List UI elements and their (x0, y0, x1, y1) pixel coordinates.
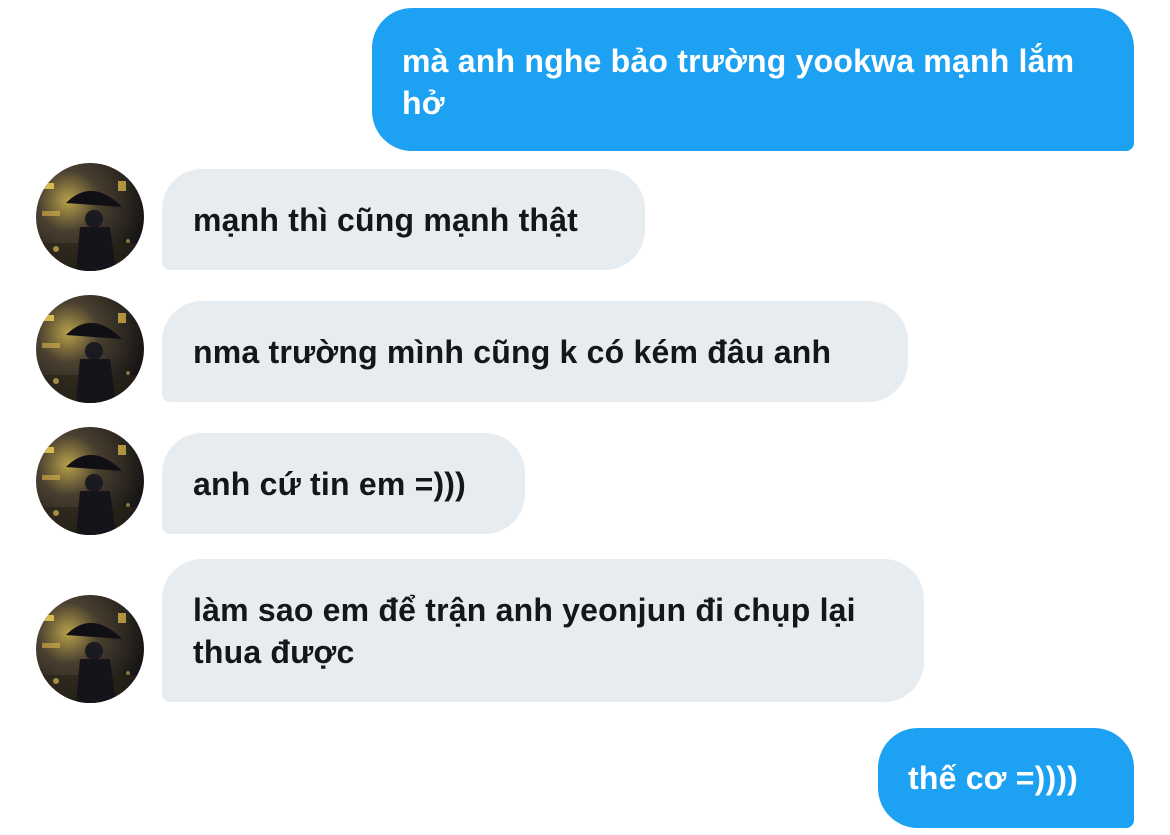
sender-avatar[interactable] (36, 295, 144, 403)
avatar-photo-icon (36, 595, 144, 703)
incoming-message-bubble[interactable]: nma trường mình cũng k có kém đâu anh (162, 301, 908, 402)
sender-avatar[interactable] (36, 163, 144, 271)
incoming-message-bubble[interactable]: anh cứ tin em =))) (162, 433, 525, 534)
message-text: mà anh nghe bảo trường yookwa mạnh lắm h… (402, 43, 1075, 121)
avatar-photo-icon (36, 427, 144, 535)
incoming-message-bubble[interactable]: mạnh thì cũng mạnh thật (162, 169, 645, 270)
message-text: anh cứ tin em =))) (193, 466, 467, 502)
message-text: nma trường mình cũng k có kém đâu anh (193, 334, 832, 370)
outgoing-message-bubble[interactable]: thế cơ =)))) (878, 728, 1134, 828)
sender-avatar[interactable] (36, 595, 144, 703)
avatar-photo-icon (36, 295, 144, 403)
avatar-photo-icon (36, 163, 144, 271)
message-text: thế cơ =)))) (908, 760, 1079, 796)
outgoing-message-bubble[interactable]: mà anh nghe bảo trường yookwa mạnh lắm h… (372, 8, 1134, 151)
sender-avatar[interactable] (36, 427, 144, 535)
message-text: làm sao em để trận anh yeonjun đi chụp l… (193, 592, 856, 670)
incoming-message-bubble[interactable]: làm sao em để trận anh yeonjun đi chụp l… (162, 559, 924, 702)
message-text: mạnh thì cũng mạnh thật (193, 202, 579, 238)
